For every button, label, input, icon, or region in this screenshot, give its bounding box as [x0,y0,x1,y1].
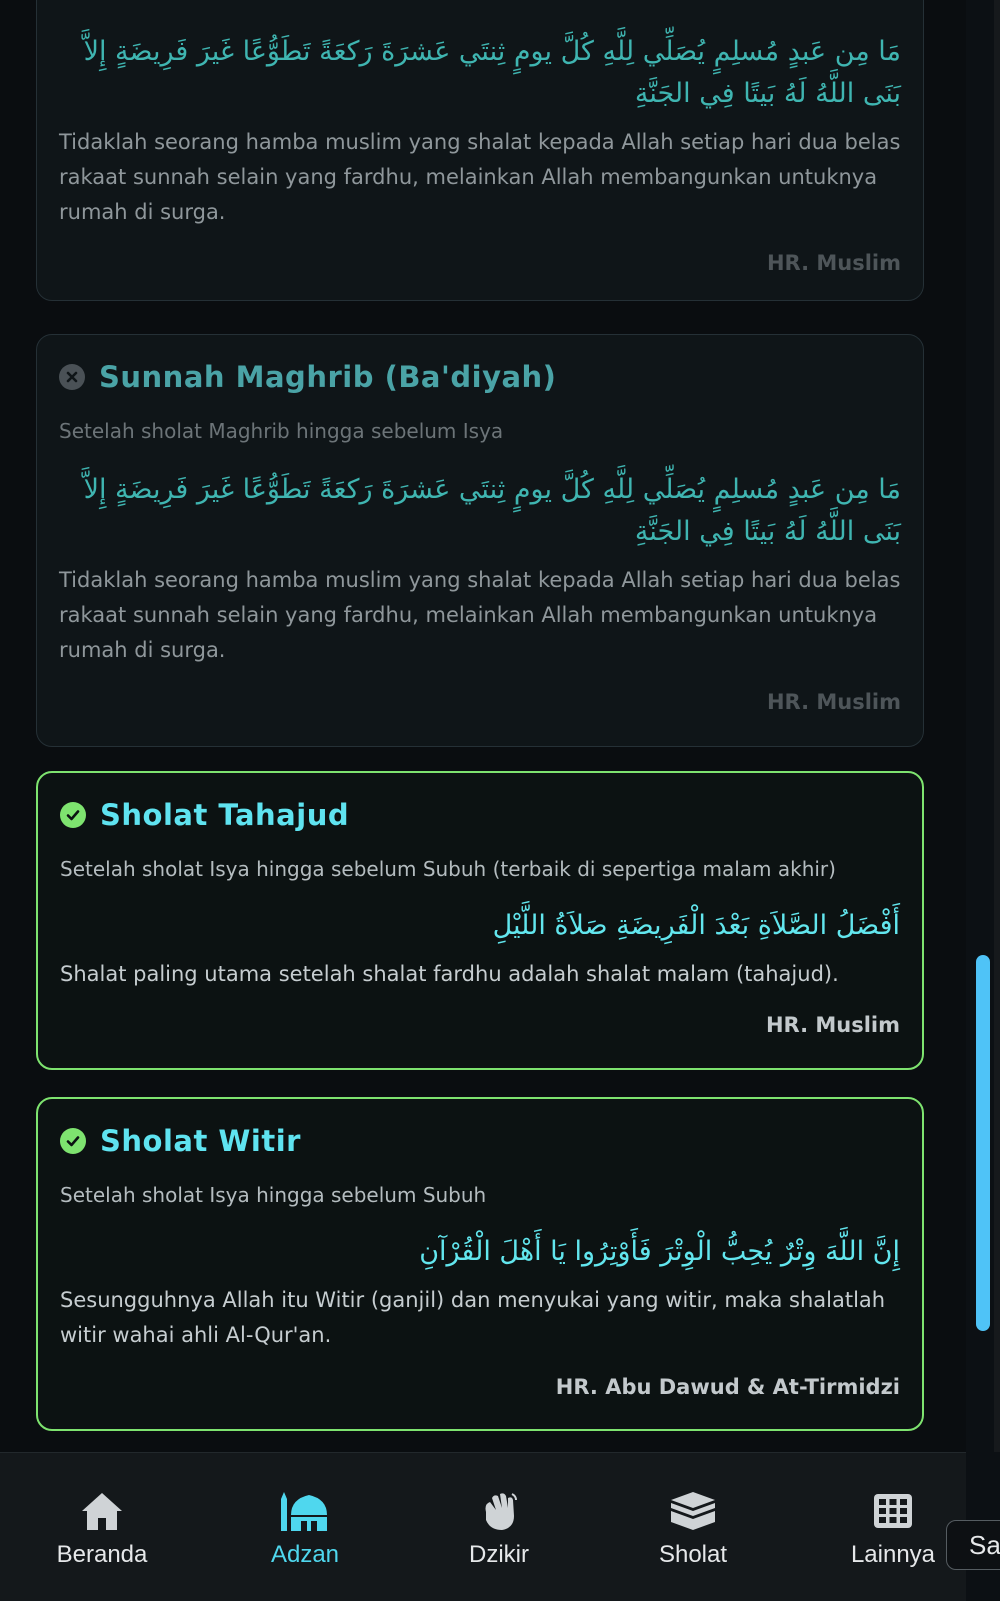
sunnah-card-witir: Sholat Witir Setelah sholat Isya hingga … [36,1097,924,1431]
card-source: HR. Abu Dawud & At-Tirmidzi [555,1375,900,1399]
kaaba-icon [669,1489,717,1533]
card-time: Setelah sholat Isya hingga sebelum Subuh [60,1183,487,1207]
mosque-icon [279,1489,331,1533]
card-arabic-text: إِنَّ اللَّهَ وِتْرٌ يُحِبُّ الْوِتْرَ ف… [419,1236,900,1267]
check-icon[interactable] [60,1128,86,1154]
nav-label: Dzikir [469,1541,529,1568]
window-edge [994,0,1000,1452]
nav-label: Adzan [270,1541,340,1568]
bottom-nav: Beranda Adzan Dzikir Sholat Lainnya [0,1452,966,1601]
card-title: Sholat Witir [100,1124,301,1158]
nav-label: Sholat [658,1541,728,1568]
nav-item-beranda[interactable]: Beranda [17,1453,187,1601]
nav-label: Beranda [56,1541,148,1568]
card-header: Sholat Witir [60,1121,301,1161]
card-title: Sholat Tahajud [100,798,350,832]
home-icon [79,1489,125,1533]
sunnah-card-tahajud: Sholat Tahajud Setelah sholat Isya hingg… [36,771,924,1070]
card-translation: Shalat paling utama setelah shalat fardh… [60,962,839,986]
scrollbar-thumb[interactable] [976,955,990,1331]
card-header: Sholat Tahajud [60,795,349,835]
nav-item-adzan[interactable]: Adzan [220,1453,390,1601]
sunnah-card: مَا مِن عَبدٍ مُسلِمٍ يُصَلِّي لِلَّهِ ك… [36,0,924,301]
card-time: Setelah sholat Isya hingga sebelum Subuh… [60,857,836,881]
not-done-icon[interactable] [59,364,85,390]
prayer-list[interactable]: مَا مِن عَبدٍ مُسلِمٍ يُصَلِّي لِلَّهِ ك… [0,0,966,1452]
card-translation: Tidaklah seorang hamba muslim yang shala… [59,568,901,662]
check-icon[interactable] [60,802,86,828]
nav-item-sholat[interactable]: Sholat [608,1453,778,1601]
side-button[interactable]: Sa [946,1520,1000,1570]
sunnah-card-maghrib: Sunnah Maghrib (Ba'diyah) Setelah sholat… [36,334,924,747]
card-arabic-text: مَا مِن عَبدٍ مُسلِمٍ يُصَلِّي لِلَّهِ ك… [83,36,901,109]
card-source: HR. Muslim [766,251,901,275]
card-source: HR. Muslim [766,690,901,714]
card-translation: Tidaklah seorang hamba muslim yang shala… [59,130,901,224]
nav-item-dzikir[interactable]: Dzikir [414,1453,584,1601]
card-translation: Sesungguhnya Allah itu Witir (ganjil) da… [60,1288,886,1347]
card-time: Setelah sholat Maghrib hingga sebelum Is… [59,419,504,443]
card-arabic-text: مَا مِن عَبدٍ مُسلِمٍ يُصَلِّي لِلَّهِ ك… [83,474,901,547]
card-arabic-text: أَفْضَلُ الصَّلاَةِ بَعْدَ الْفَرِيضَةِ … [492,910,900,941]
card-source: HR. Muslim [765,1013,900,1037]
hand-icon [478,1489,520,1533]
grid-icon [873,1489,913,1533]
card-title: Sunnah Maghrib (Ba'diyah) [99,360,557,394]
nav-label: Lainnya [850,1541,936,1568]
card-header: Sunnah Maghrib (Ba'diyah) [59,357,556,397]
